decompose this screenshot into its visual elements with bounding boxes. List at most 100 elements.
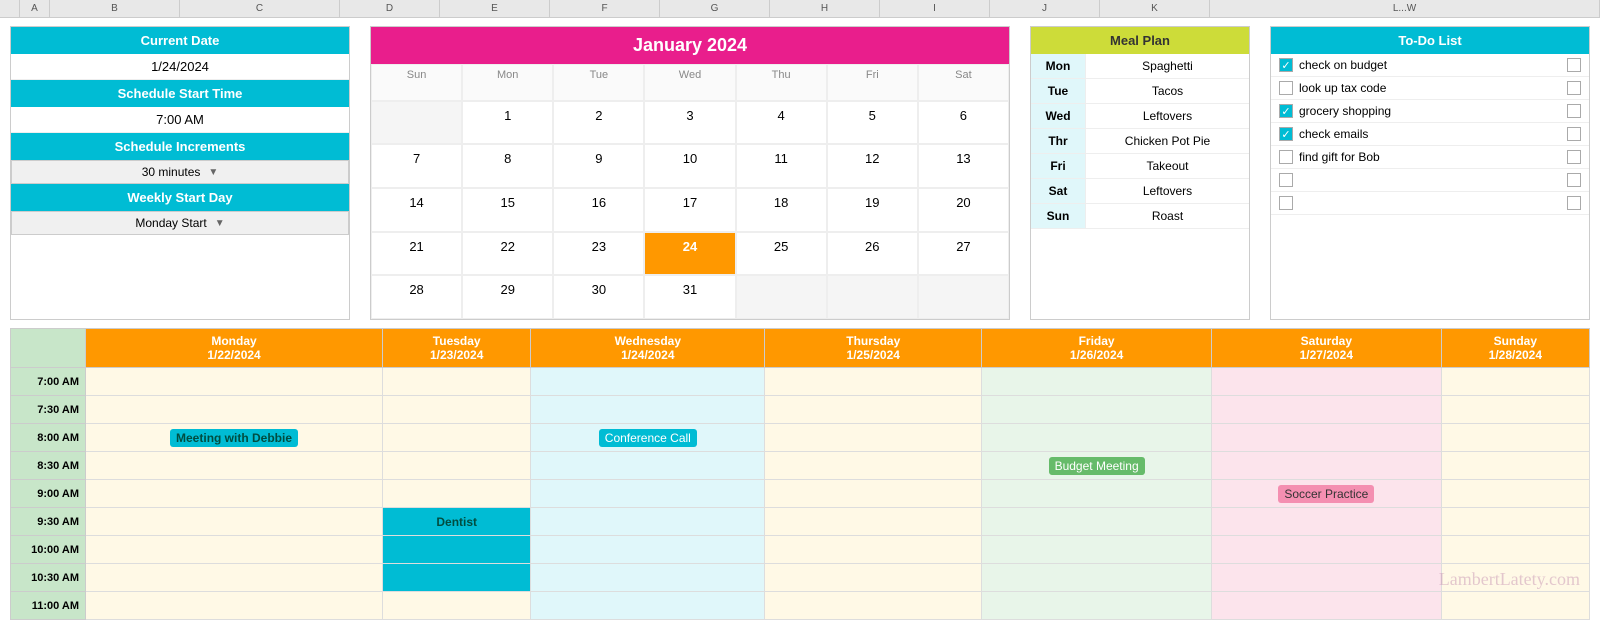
cal-cell-26[interactable]: 26 <box>827 232 918 276</box>
cell-800-thu[interactable] <box>765 424 982 452</box>
cal-cell-28[interactable]: 28 <box>371 275 462 319</box>
cal-cell-18[interactable]: 18 <box>736 188 827 232</box>
cell-800-mon[interactable]: Meeting with Debbie <box>86 424 383 452</box>
cell-1030-wed[interactable] <box>531 564 765 592</box>
cell-900-thu[interactable] <box>765 480 982 508</box>
cell-1030-mon[interactable] <box>86 564 383 592</box>
cell-730-sun[interactable] <box>1441 396 1589 424</box>
cell-1100-sun[interactable] <box>1441 592 1589 620</box>
cal-cell-14[interactable]: 14 <box>371 188 462 232</box>
cell-930-wed[interactable] <box>531 508 765 536</box>
cell-930-mon[interactable] <box>86 508 383 536</box>
weekly-start-day-dropdown[interactable]: Monday Start ▼ <box>11 211 349 235</box>
todo-checkbox2-4[interactable] <box>1567 127 1581 141</box>
cell-730-mon[interactable] <box>86 396 383 424</box>
todo-checkbox-7[interactable] <box>1279 196 1293 210</box>
cell-700-wed[interactable] <box>531 368 765 396</box>
todo-checkbox-4[interactable]: ✓ <box>1279 127 1293 141</box>
cal-cell-9[interactable]: 9 <box>553 144 644 188</box>
cell-900-tue[interactable] <box>383 480 531 508</box>
cal-cell-8[interactable]: 8 <box>462 144 553 188</box>
cell-900-mon[interactable] <box>86 480 383 508</box>
todo-checkbox-6[interactable] <box>1279 173 1293 187</box>
cell-730-wed[interactable] <box>531 396 765 424</box>
cal-cell-17[interactable]: 17 <box>644 188 735 232</box>
cell-700-sat[interactable] <box>1211 368 1441 396</box>
todo-checkbox2-5[interactable] <box>1567 150 1581 164</box>
cell-1000-sat[interactable] <box>1211 536 1441 564</box>
cell-830-thu[interactable] <box>765 452 982 480</box>
todo-checkbox-3[interactable]: ✓ <box>1279 104 1293 118</box>
cell-830-mon[interactable] <box>86 452 383 480</box>
cell-800-fri[interactable] <box>982 424 1212 452</box>
cal-cell-6[interactable]: 6 <box>918 101 1009 145</box>
cal-cell-empty-1[interactable] <box>371 101 462 145</box>
todo-checkbox2-2[interactable] <box>1567 81 1581 95</box>
cell-1030-tue[interactable] <box>383 564 531 592</box>
cell-1100-mon[interactable] <box>86 592 383 620</box>
cal-cell-29[interactable]: 29 <box>462 275 553 319</box>
cell-900-fri[interactable] <box>982 480 1212 508</box>
cal-cell-5[interactable]: 5 <box>827 101 918 145</box>
cell-730-fri[interactable] <box>982 396 1212 424</box>
cell-800-wed[interactable]: Conference Call <box>531 424 765 452</box>
cal-cell-12[interactable]: 12 <box>827 144 918 188</box>
cell-730-tue[interactable] <box>383 396 531 424</box>
cell-730-sat[interactable] <box>1211 396 1441 424</box>
cal-cell-24-today[interactable]: 24 <box>644 232 735 276</box>
cell-1100-fri[interactable] <box>982 592 1212 620</box>
cell-1030-thu[interactable] <box>765 564 982 592</box>
cell-900-sat[interactable]: Soccer Practice <box>1211 480 1441 508</box>
cell-930-thu[interactable] <box>765 508 982 536</box>
cal-cell-13[interactable]: 13 <box>918 144 1009 188</box>
cal-cell-15[interactable]: 15 <box>462 188 553 232</box>
cal-cell-25[interactable]: 25 <box>736 232 827 276</box>
cal-cell-11[interactable]: 11 <box>736 144 827 188</box>
cell-1000-tue[interactable] <box>383 536 531 564</box>
cell-930-sat[interactable] <box>1211 508 1441 536</box>
cell-800-sun[interactable] <box>1441 424 1589 452</box>
cell-1000-sun[interactable] <box>1441 536 1589 564</box>
cell-700-mon[interactable] <box>86 368 383 396</box>
todo-checkbox-5[interactable] <box>1279 150 1293 164</box>
todo-checkbox2-7[interactable] <box>1567 196 1581 210</box>
schedule-increments-dropdown[interactable]: 30 minutes ▼ <box>11 160 349 184</box>
cell-930-tue[interactable]: Dentist <box>383 508 531 536</box>
cell-1030-fri[interactable] <box>982 564 1212 592</box>
cell-1000-thu[interactable] <box>765 536 982 564</box>
cell-930-sun[interactable] <box>1441 508 1589 536</box>
cal-cell-20[interactable]: 20 <box>918 188 1009 232</box>
cal-cell-10[interactable]: 10 <box>644 144 735 188</box>
cell-1100-tue[interactable] <box>383 592 531 620</box>
cell-1100-thu[interactable] <box>765 592 982 620</box>
cal-cell-27[interactable]: 27 <box>918 232 1009 276</box>
todo-checkbox2-3[interactable] <box>1567 104 1581 118</box>
cell-1000-wed[interactable] <box>531 536 765 564</box>
todo-checkbox2-6[interactable] <box>1567 173 1581 187</box>
cell-700-fri[interactable] <box>982 368 1212 396</box>
cal-cell-16[interactable]: 16 <box>553 188 644 232</box>
cell-1100-wed[interactable] <box>531 592 765 620</box>
cell-830-fri[interactable]: Budget Meeting <box>982 452 1212 480</box>
cell-830-wed[interactable] <box>531 452 765 480</box>
cell-800-sat[interactable] <box>1211 424 1441 452</box>
todo-checkbox-2[interactable] <box>1279 81 1293 95</box>
todo-checkbox2-1[interactable] <box>1567 58 1581 72</box>
cal-cell-21[interactable]: 21 <box>371 232 462 276</box>
cell-700-sun[interactable] <box>1441 368 1589 396</box>
cell-700-tue[interactable] <box>383 368 531 396</box>
cal-cell-1[interactable]: 1 <box>462 101 553 145</box>
cal-cell-23[interactable]: 23 <box>553 232 644 276</box>
cal-cell-4[interactable]: 4 <box>736 101 827 145</box>
cell-1000-fri[interactable] <box>982 536 1212 564</box>
cell-1030-sun[interactable] <box>1441 564 1589 592</box>
cell-830-tue[interactable] <box>383 452 531 480</box>
cell-900-sun[interactable] <box>1441 480 1589 508</box>
cell-1000-mon[interactable] <box>86 536 383 564</box>
cell-1100-sat[interactable] <box>1211 592 1441 620</box>
cal-cell-22[interactable]: 22 <box>462 232 553 276</box>
cell-900-wed[interactable] <box>531 480 765 508</box>
cal-cell-3[interactable]: 3 <box>644 101 735 145</box>
cell-830-sat[interactable] <box>1211 452 1441 480</box>
cal-cell-31[interactable]: 31 <box>644 275 735 319</box>
